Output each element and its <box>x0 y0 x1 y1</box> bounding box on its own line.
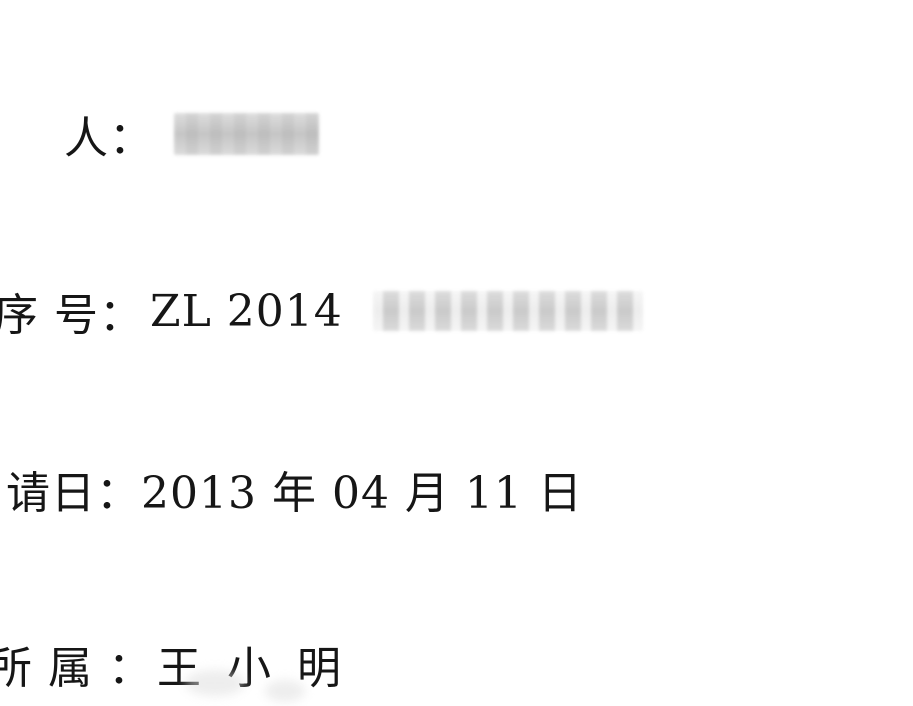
scanned-document: 人： 序 号： ZL 2014 请日： 2013 年 04 月 11 日 所 属… <box>0 0 913 706</box>
scan-smudge <box>265 680 305 702</box>
serial-number-line: 序 号： ZL 2014 <box>0 279 643 343</box>
owner-label: 所 属 ： <box>0 643 153 694</box>
application-date-value: 2013 年 04 月 11 日 <box>141 468 583 519</box>
applicant-line: 人： <box>64 102 319 166</box>
applicant-label: 人： <box>64 113 154 164</box>
application-date-line: 请日： 2013 年 04 月 11 日 <box>6 457 583 521</box>
application-date-label: 请日： <box>6 468 141 519</box>
serial-number-label: 序 号： <box>0 290 144 341</box>
redacted-applicant-name <box>174 113 319 155</box>
scan-smudge <box>185 670 245 696</box>
redacted-serial-number <box>372 291 643 331</box>
serial-number-value: ZL 2014 <box>150 285 343 337</box>
